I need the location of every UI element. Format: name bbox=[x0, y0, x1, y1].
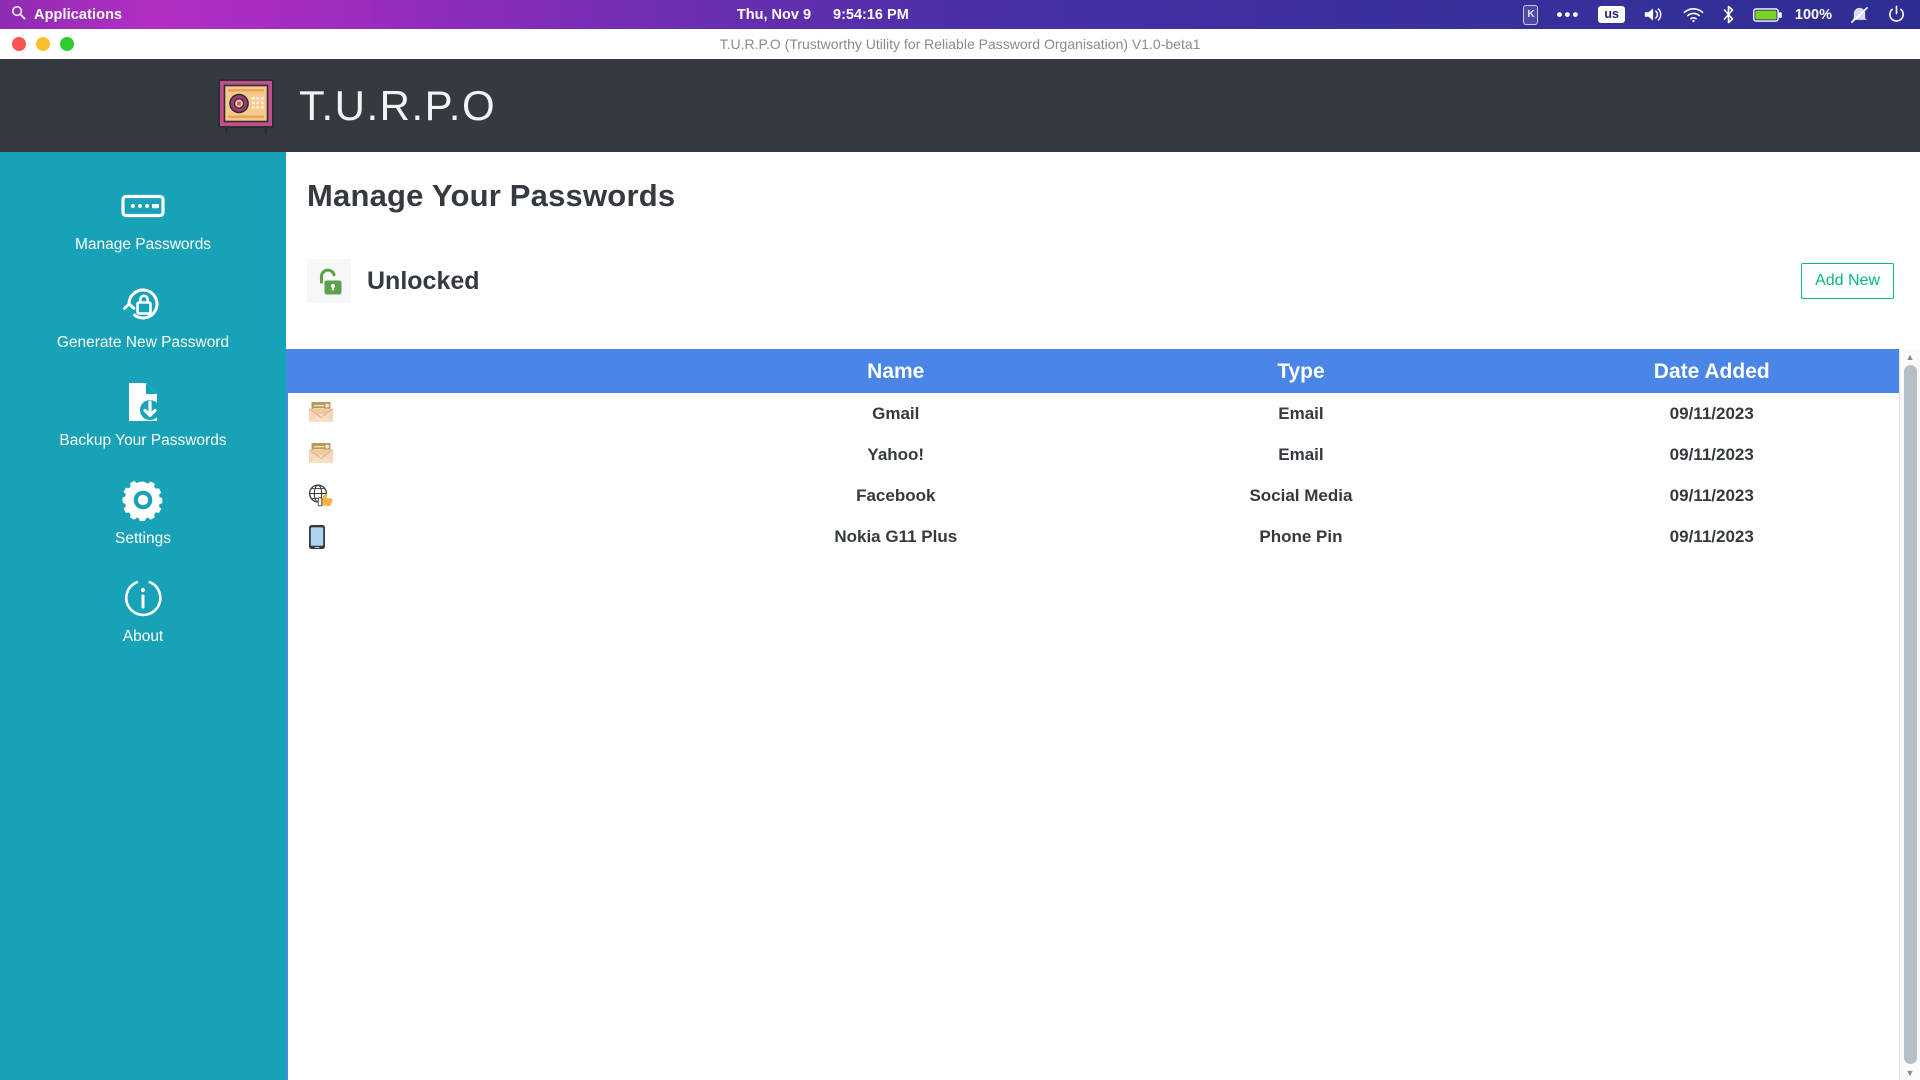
applications-label: Applications bbox=[34, 6, 123, 23]
info-circle-icon bbox=[120, 575, 166, 621]
column-header-type[interactable]: Type bbox=[1098, 351, 1503, 393]
clock-date: Thu, Nov 9 bbox=[736, 6, 812, 23]
search-icon bbox=[11, 5, 26, 25]
sidebar-item-settings[interactable]: Settings bbox=[0, 464, 286, 562]
safe-vault-icon bbox=[215, 75, 277, 137]
app-header: T.U.R.P.O bbox=[0, 59, 1920, 152]
table-header: Name Type Date Added bbox=[288, 351, 1920, 393]
table-row[interactable]: Facebook Social Media 09/11/2023 bbox=[288, 475, 1920, 516]
table-row[interactable]: Yahoo! Email 09/11/2023 bbox=[288, 434, 1920, 475]
status-row: Unlocked Add New bbox=[286, 214, 1920, 310]
sidebar-item-label: Generate New Password bbox=[56, 334, 230, 351]
row-date: 09/11/2023 bbox=[1669, 485, 1754, 505]
sidebar-item-label: Manage Passwords bbox=[74, 236, 212, 253]
row-icon-cell bbox=[288, 516, 693, 557]
row-icon-cell bbox=[288, 434, 693, 475]
app-body: Manage Passwords Generate New Password B… bbox=[0, 152, 1920, 1080]
row-name: Facebook bbox=[856, 485, 936, 505]
row-name: Yahoo! bbox=[867, 444, 925, 464]
sidebar-item-label: About bbox=[122, 628, 164, 645]
clock[interactable]: Thu, Nov 9 9:54:16 PM bbox=[122, 7, 1523, 23]
column-header-date-added[interactable]: Date Added bbox=[1504, 351, 1920, 393]
row-type: Email bbox=[1278, 444, 1324, 464]
keyboard-icon[interactable]: K bbox=[1523, 4, 1539, 25]
status-badge: Unlocked bbox=[367, 266, 480, 295]
gear-icon bbox=[120, 477, 166, 523]
row-icon-cell bbox=[288, 475, 693, 516]
unlocked-padlock-icon[interactable] bbox=[307, 259, 351, 303]
row-type: Phone Pin bbox=[1259, 526, 1343, 546]
brand-title: T.U.R.P.O bbox=[299, 81, 497, 129]
sidebar-item-manage-passwords[interactable]: Manage Passwords bbox=[0, 170, 286, 268]
window-controls bbox=[12, 37, 74, 51]
sidebar-item-generate-new-password[interactable]: Generate New Password bbox=[0, 268, 286, 366]
wifi-icon[interactable] bbox=[1683, 7, 1704, 23]
sidebar-item-about[interactable]: About bbox=[0, 562, 286, 660]
power-icon[interactable] bbox=[1887, 5, 1906, 24]
window-title: T.U.R.P.O (Trustworthy Utility for Relia… bbox=[719, 36, 1201, 52]
passwords-table: Name Type Date Added Gmail Email 09/11/2… bbox=[288, 351, 1920, 557]
row-name: Nokia G11 Plus bbox=[834, 526, 958, 546]
scroll-up-arrow[interactable]: ▲ bbox=[1900, 349, 1920, 364]
row-date: 09/11/2023 bbox=[1669, 444, 1754, 464]
table-row[interactable]: Gmail Email 09/11/2023 bbox=[288, 393, 1920, 434]
table-row[interactable]: Nokia G11 Plus Phone Pin 09/11/2023 bbox=[288, 516, 1920, 557]
close-button[interactable] bbox=[12, 37, 26, 51]
smartphone-icon bbox=[308, 524, 334, 550]
row-name: Gmail bbox=[872, 403, 920, 423]
battery-icon[interactable] bbox=[1752, 7, 1783, 23]
sidebar-item-label: Settings bbox=[114, 530, 171, 547]
row-date: 09/11/2023 bbox=[1669, 403, 1754, 423]
bell-muted-icon[interactable] bbox=[1850, 6, 1869, 24]
envelope-icon bbox=[308, 401, 334, 427]
vertical-scrollbar[interactable]: ▲ ▼ bbox=[1899, 349, 1920, 1080]
battery-percent: 100% bbox=[1794, 6, 1832, 23]
table-body: Gmail Email 09/11/2023 Yahoo! Email 09/1… bbox=[288, 393, 1920, 557]
maximize-button[interactable] bbox=[60, 37, 74, 51]
passwords-table-container: Name Type Date Added Gmail Email 09/11/2… bbox=[286, 349, 1920, 1080]
password-field-icon bbox=[120, 183, 166, 229]
bluetooth-icon[interactable] bbox=[1722, 5, 1735, 24]
volume-icon[interactable] bbox=[1643, 6, 1665, 23]
os-top-bar: Applications Thu, Nov 9 9:54:16 PM K •••… bbox=[0, 0, 1920, 29]
add-new-button[interactable]: Add New bbox=[1801, 263, 1894, 299]
sidebar-item-backup-your-passwords[interactable]: Backup Your Passwords bbox=[0, 366, 286, 464]
scroll-down-arrow[interactable]: ▼ bbox=[1900, 1065, 1920, 1080]
application-window: T.U.R.P.O (Trustworthy Utility for Relia… bbox=[0, 29, 1920, 1080]
file-download-icon bbox=[120, 379, 166, 425]
row-type: Social Media bbox=[1249, 485, 1353, 505]
tray-overflow-icon[interactable]: ••• bbox=[1556, 6, 1580, 23]
envelope-icon bbox=[308, 442, 334, 468]
column-header-icon[interactable] bbox=[288, 351, 693, 393]
sidebar: Manage Passwords Generate New Password B… bbox=[0, 152, 286, 1080]
clock-time: 9:54:16 PM bbox=[833, 6, 909, 23]
vault-status[interactable]: Unlocked bbox=[307, 259, 480, 303]
system-tray: K ••• us 100% bbox=[1523, 4, 1920, 25]
applications-menu[interactable]: Applications bbox=[0, 5, 122, 25]
row-type: Email bbox=[1278, 403, 1324, 423]
window-titlebar: T.U.R.P.O (Trustworthy Utility for Relia… bbox=[0, 29, 1920, 59]
globe-thumbsup-icon bbox=[308, 483, 334, 509]
column-header-name[interactable]: Name bbox=[693, 351, 1098, 393]
lock-refresh-icon bbox=[120, 281, 166, 327]
keyboard-layout-badge[interactable]: us bbox=[1598, 6, 1625, 23]
row-date: 09/11/2023 bbox=[1669, 526, 1754, 546]
main-content: Manage Your Passwords Unlocked Add New N… bbox=[286, 152, 1920, 1080]
scrollbar-thumb[interactable] bbox=[1903, 365, 1917, 1064]
table-header-row: Name Type Date Added bbox=[288, 351, 1920, 393]
row-icon-cell bbox=[288, 393, 693, 434]
sidebar-item-label: Backup Your Passwords bbox=[59, 432, 227, 449]
minimize-button[interactable] bbox=[36, 37, 50, 51]
page-title: Manage Your Passwords bbox=[307, 178, 676, 213]
